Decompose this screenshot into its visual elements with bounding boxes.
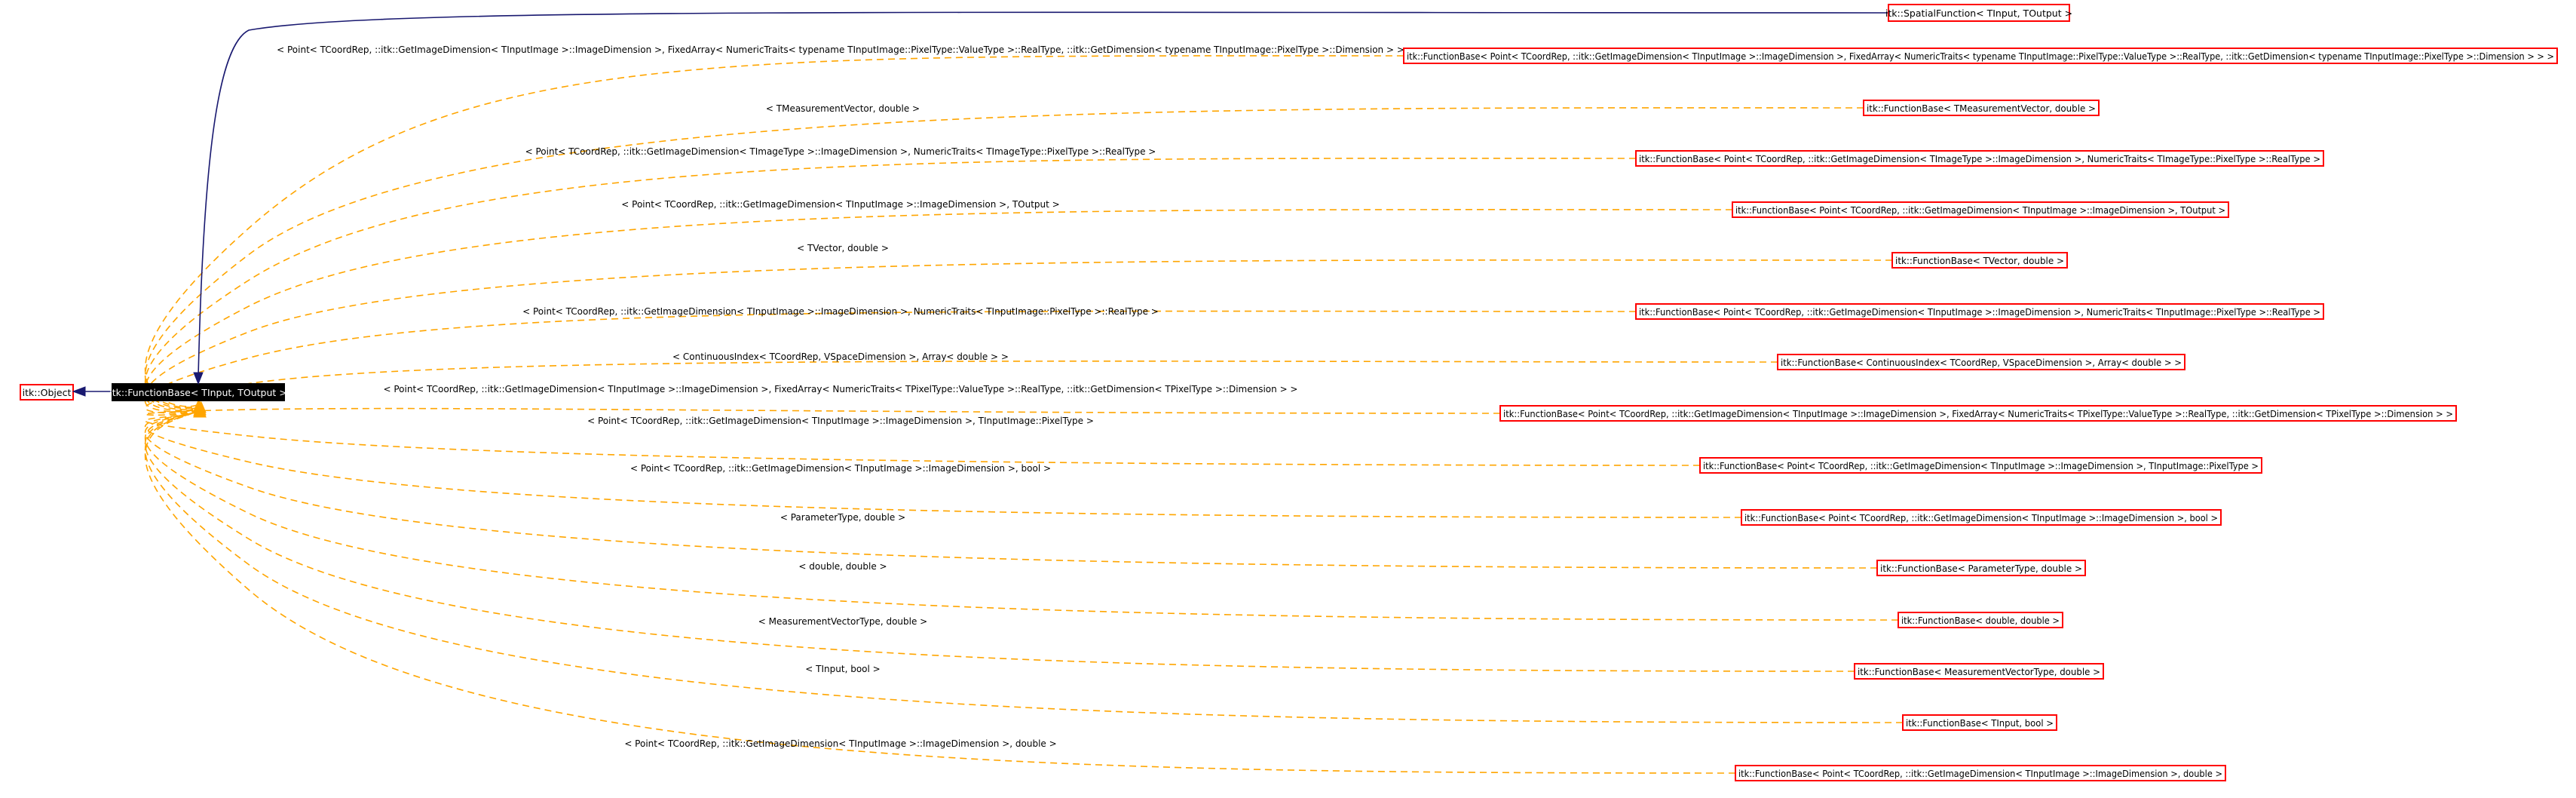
node-instantiation-14[interactable]: itk::FunctionBase< TInput, bool > <box>1902 714 2057 731</box>
template-edge-3 <box>144 158 1637 410</box>
node-instantiation-2[interactable]: itk::FunctionBase< TMeasurementVector, d… <box>1863 100 2100 116</box>
template-args-label-13: < MeasurementVectorType, double > <box>758 616 927 627</box>
template-args-label-14: < TInput, bool > <box>805 664 880 674</box>
node-instantiation-10[interactable]: itk::FunctionBase< Point< TCoordRep, ::i… <box>1741 509 2222 526</box>
node-instantiation-13[interactable]: itk::FunctionBase< MeasurementVectorType… <box>1854 663 2104 680</box>
node-instantiation-label-14: itk::FunctionBase< TInput, bool > <box>1906 717 2054 729</box>
node-instantiation-label-15: itk::FunctionBase< Point< TCoordRep, ::i… <box>1738 768 2222 779</box>
template-args-label-2: < TMeasurementVector, double > <box>766 103 920 114</box>
template-args-label-4: < Point< TCoordRep, ::itk::GetImageDimen… <box>621 199 1059 210</box>
node-instantiation-12[interactable]: itk::FunctionBase< double, double > <box>1898 612 2063 628</box>
template-args-label-15: < Point< TCoordRep, ::itk::GetImageDimen… <box>624 738 1056 749</box>
template-args-label-5: < TVector, double > <box>797 243 889 253</box>
node-instantiation-4[interactable]: itk::FunctionBase< Point< TCoordRep, ::i… <box>1732 201 2229 218</box>
node-spatial-function-label: itk::SpatialFunction< TInput, TOutput > <box>1885 8 2072 19</box>
edge-spatial-to-functionbase <box>198 11 1889 378</box>
node-instantiation-label-2: itk::FunctionBase< TMeasurementVector, d… <box>1867 103 2096 114</box>
edge-labels-layer: < Point< TCoordRep, ::itk::GetImageDimen… <box>277 45 1404 749</box>
template-edge-8 <box>144 407 1501 416</box>
node-instantiation-1[interactable]: itk::FunctionBase< Point< TCoordRep, ::i… <box>1403 48 2558 64</box>
node-instantiation-label-11: itk::FunctionBase< ParameterType, double… <box>1880 563 2082 574</box>
node-instantiation-11[interactable]: itk::FunctionBase< ParameterType, double… <box>1876 560 2086 576</box>
node-instantiation-label-12: itk::FunctionBase< double, double > <box>1901 615 2060 626</box>
node-instantiation-5[interactable]: itk::FunctionBase< TVector, double > <box>1891 252 2068 269</box>
template-args-label-12: < double, double > <box>798 561 887 572</box>
template-args-label-7: < ContinuousIndex< TCoordRep, VSpaceDime… <box>672 351 1009 362</box>
arrowheads-layer <box>193 399 207 418</box>
template-edge-14 <box>144 407 1904 723</box>
node-instantiation-8[interactable]: itk::FunctionBase< Point< TCoordRep, ::i… <box>1499 405 2457 422</box>
template-edge-11 <box>144 407 1878 569</box>
template-args-label-9: < Point< TCoordRep, ::itk::GetImageDimen… <box>587 416 1094 426</box>
node-instantiation-label-4: itk::FunctionBase< Point< TCoordRep, ::i… <box>1735 204 2225 216</box>
node-instantiation-label-6: itk::FunctionBase< Point< TCoordRep, ::i… <box>1639 306 2320 318</box>
node-instantiation-label-8: itk::FunctionBase< Point< TCoordRep, ::i… <box>1503 408 2453 419</box>
node-instantiation-6[interactable]: itk::FunctionBase< Point< TCoordRep, ::i… <box>1635 303 2324 320</box>
node-instantiation-9[interactable]: itk::FunctionBase< Point< TCoordRep, ::i… <box>1699 457 2262 474</box>
node-instantiation-15[interactable]: itk::FunctionBase< Point< TCoordRep, ::i… <box>1735 765 2226 781</box>
node-instantiation-label-10: itk::FunctionBase< Point< TCoordRep, ::i… <box>1744 512 2218 523</box>
template-args-label-6: < Point< TCoordRep, ::itk::GetImageDimen… <box>522 306 1159 317</box>
template-edge-13 <box>144 407 1855 672</box>
template-args-label-1: < Point< TCoordRep, ::itk::GetImageDimen… <box>277 45 1404 55</box>
node-instantiation-label-9: itk::FunctionBase< Point< TCoordRep, ::i… <box>1703 460 2259 471</box>
node-functionbase-current-label: itk::FunctionBase< TInput, TOutput > <box>109 387 287 398</box>
template-edge-12 <box>144 407 1899 621</box>
inheritance-diagram: < Point< TCoordRep, ::itk::GetImageDimen… <box>20 4 2558 781</box>
node-instantiation-label-13: itk::FunctionBase< MeasurementVectorType… <box>1858 666 2100 677</box>
node-itk-object[interactable]: itk::Object <box>20 384 74 401</box>
edge-functionbase-to-object <box>72 386 112 397</box>
node-instantiation-label-1: itk::FunctionBase< Point< TCoordRep, ::i… <box>1407 51 2554 62</box>
template-args-label-11: < ParameterType, double > <box>780 512 905 523</box>
node-instantiation-7[interactable]: itk::FunctionBase< ContinuousIndex< TCoo… <box>1777 354 2185 370</box>
node-instantiation-3[interactable]: itk::FunctionBase< Point< TCoordRep, ::i… <box>1635 150 2324 167</box>
arrowhead-spatial <box>193 372 204 385</box>
node-itk-object-label: itk::Object <box>23 387 72 398</box>
template-args-label-8: < Point< TCoordRep, ::itk::GetImageDimen… <box>384 384 1298 394</box>
node-instantiation-label-5: itk::FunctionBase< TVector, double > <box>1895 255 2064 266</box>
template-args-label-3: < Point< TCoordRep, ::itk::GetImageDimen… <box>525 146 1156 157</box>
node-instantiation-label-3: itk::FunctionBase< Point< TCoordRep, ::i… <box>1639 153 2320 164</box>
template-args-label-10: < Point< TCoordRep, ::itk::GetImageDimen… <box>630 463 1051 474</box>
node-instantiation-label-7: itk::FunctionBase< ContinuousIndex< TCoo… <box>1781 357 2182 368</box>
node-functionbase-current[interactable]: itk::FunctionBase< TInput, TOutput > <box>109 383 287 401</box>
